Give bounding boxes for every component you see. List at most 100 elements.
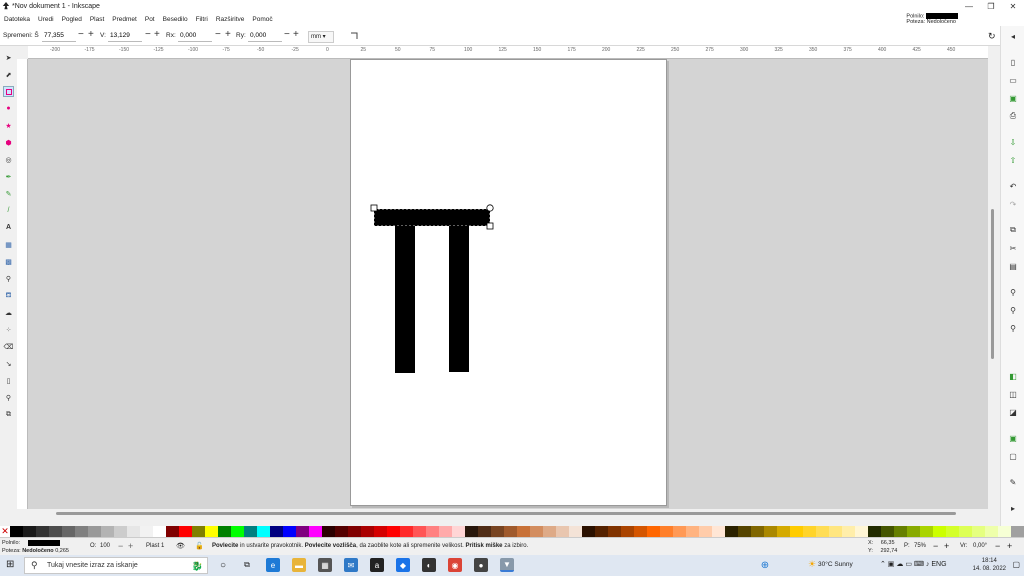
menu-object[interactable]: Predmet [108, 16, 141, 23]
text-tool-icon[interactable]: A [3, 222, 14, 233]
color-swatch[interactable] [257, 526, 270, 537]
color-swatch[interactable] [218, 526, 231, 537]
rotation-field[interactable]: 0,00° [973, 543, 987, 549]
height-increment-button[interactable]: + [154, 29, 160, 41]
color-swatch[interactable] [569, 526, 582, 537]
color-swatch[interactable] [270, 526, 283, 537]
horizontal-ruler[interactable]: -200 -175 -150 -125 -100 -75 -50 -25 0 25 50 75 100 1… [28, 46, 988, 59]
color-swatch[interactable] [101, 526, 114, 537]
corner-handle-top-left[interactable] [370, 204, 378, 212]
vertical-scroll-thumb[interactable] [991, 209, 994, 359]
zoom-selection-icon[interactable]: ⚲ [1007, 286, 1019, 298]
menu-file[interactable]: Datoteka [0, 16, 34, 23]
tweak-tool-icon[interactable]: ☁ [3, 307, 14, 318]
color-swatch[interactable] [972, 526, 985, 537]
no-paint-swatch[interactable]: ✕ [0, 526, 10, 537]
color-swatch[interactable] [504, 526, 517, 537]
color-swatch[interactable] [764, 526, 777, 537]
commands-toggle-icon[interactable]: ↻ [988, 31, 996, 42]
color-swatch[interactable] [985, 526, 998, 537]
rotate-decrement-button[interactable]: − [995, 541, 1000, 551]
color-swatch[interactable] [244, 526, 257, 537]
import-icon[interactable]: ⇩ [1007, 136, 1019, 148]
layer-lock-icon[interactable]: 🔓 [195, 542, 204, 550]
color-swatch[interactable] [894, 526, 907, 537]
spray-tool-icon[interactable]: ⁘ [3, 324, 14, 335]
commands-more-icon[interactable]: ▸ [1007, 502, 1019, 514]
vertical-ruler[interactable] [17, 59, 28, 509]
color-swatch[interactable] [192, 526, 205, 537]
color-swatch[interactable] [829, 526, 842, 537]
horizontal-scroll-thumb[interactable] [56, 512, 956, 515]
color-swatch[interactable] [296, 526, 309, 537]
color-swatch[interactable] [647, 526, 660, 537]
zoom-in-button[interactable]: + [944, 541, 949, 551]
amazon-icon[interactable]: a [370, 558, 384, 572]
color-swatch[interactable] [790, 526, 803, 537]
dropbox-icon[interactable]: ◆ [396, 558, 410, 572]
zoom-out-button[interactable]: − [933, 541, 938, 551]
zoom-drawing-icon[interactable]: ⚲ [1007, 304, 1019, 316]
dropper-tool-icon[interactable]: ⚲ [3, 273, 14, 284]
weather-text[interactable]: 30°C Sunny [818, 561, 853, 568]
color-swatch[interactable] [556, 526, 569, 537]
eraser-tool-icon[interactable]: ⌫ [3, 341, 14, 352]
color-swatch[interactable] [712, 526, 725, 537]
color-swatch[interactable] [439, 526, 452, 537]
color-swatch[interactable] [478, 526, 491, 537]
group-icon[interactable]: ▣ [1007, 432, 1019, 444]
ry-field[interactable] [248, 30, 282, 42]
cortana-icon[interactable]: ○ [216, 558, 230, 572]
rotate-increment-button[interactable]: + [1007, 541, 1012, 551]
app-icon[interactable]: ◐ [422, 558, 436, 572]
color-swatch[interactable] [959, 526, 972, 537]
color-swatch[interactable] [309, 526, 322, 537]
windows-start-icon[interactable]: ⊞ [6, 559, 14, 570]
edge-icon[interactable]: e [266, 558, 280, 572]
pen-tool-icon[interactable]: ✒ [3, 171, 14, 182]
color-swatch[interactable] [465, 526, 478, 537]
color-swatch[interactable] [361, 526, 374, 537]
duplicate-icon[interactable]: ◧ [1007, 370, 1019, 382]
color-swatch[interactable] [49, 526, 62, 537]
selected-style[interactable]: Polnilo: Poteza: Nedoločeno 0,265 [2, 539, 69, 555]
color-swatch[interactable] [205, 526, 218, 537]
rx-decrement-button[interactable]: − [215, 29, 221, 41]
maximize-button[interactable]: ❐ [980, 0, 1002, 12]
color-swatch[interactable] [881, 526, 894, 537]
3d-box-tool-icon[interactable]: ⬢ [3, 137, 14, 148]
cut-icon[interactable]: ✂ [1007, 242, 1019, 254]
left-leg-rectangle[interactable] [395, 226, 415, 373]
color-swatch[interactable] [582, 526, 595, 537]
rx-field[interactable] [178, 30, 212, 42]
color-swatch[interactable] [907, 526, 920, 537]
menu-path[interactable]: Pot [141, 16, 159, 23]
minimize-button[interactable]: — [958, 0, 980, 12]
color-swatch[interactable] [75, 526, 88, 537]
style-indicator[interactable]: Polnilo: Poteza: Nedoločeno [906, 13, 958, 25]
color-swatch[interactable] [413, 526, 426, 537]
height-decrement-button[interactable]: − [145, 29, 151, 41]
menu-view[interactable]: Pogled [58, 16, 86, 23]
color-swatch[interactable] [335, 526, 348, 537]
right-leg-rectangle[interactable] [449, 226, 469, 372]
color-swatch[interactable] [1011, 526, 1024, 537]
pages-tool-icon[interactable]: ▯ [3, 375, 14, 386]
color-swatch[interactable] [400, 526, 413, 537]
calligraphy-tool-icon[interactable]: / [3, 205, 14, 216]
export-icon[interactable]: ⇧ [1007, 154, 1019, 166]
color-swatch[interactable] [608, 526, 621, 537]
paste-icon[interactable]: ▤ [1007, 260, 1019, 272]
drawing-canvas[interactable] [28, 59, 988, 509]
node-tool-icon[interactable]: ⬈ [3, 69, 14, 80]
color-swatch[interactable] [127, 526, 140, 537]
remove-rounded-corners-icon[interactable] [350, 32, 358, 40]
task-view-icon[interactable]: ⧉ [240, 558, 254, 572]
menu-extensions[interactable]: Razširitve [212, 16, 249, 23]
ry-decrement-button[interactable]: − [284, 29, 290, 41]
color-swatch[interactable] [777, 526, 790, 537]
menu-text[interactable]: Besedilo [159, 16, 192, 23]
rectangle-tool-icon[interactable] [3, 86, 14, 97]
color-swatch[interactable] [920, 526, 933, 537]
color-swatch[interactable] [23, 526, 36, 537]
